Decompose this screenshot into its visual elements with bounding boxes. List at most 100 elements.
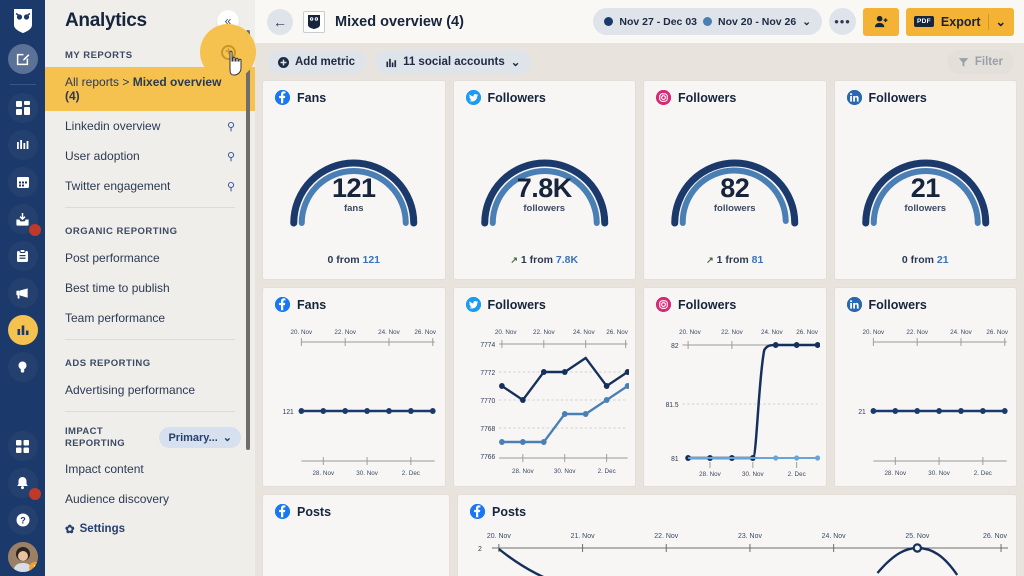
card-title: Followers bbox=[487, 297, 546, 312]
instagram-icon bbox=[656, 297, 671, 312]
export-label: Export bbox=[940, 14, 981, 29]
sidebar-item-post-performance[interactable]: Post performance bbox=[45, 243, 255, 273]
impact-org-dropdown[interactable]: Primary... ⌄ bbox=[159, 427, 241, 449]
sidebar-item-label: Advertising performance bbox=[65, 383, 196, 397]
sidebar-item-settings[interactable]: ✿ Settings bbox=[45, 514, 255, 544]
y-tick-4: 7766 bbox=[480, 454, 495, 461]
sidebar-scrollbar[interactable] bbox=[246, 30, 250, 450]
pin-icon[interactable]: ⚲ bbox=[227, 180, 235, 193]
sidebar-section-ads-reporting: ADS REPORTING bbox=[65, 358, 151, 369]
card-fb-fans-gauge[interactable]: Fans 121 fans 0 from 121 bbox=[263, 81, 445, 279]
y-tick-3: 7768 bbox=[480, 426, 495, 433]
sidebar-item-team-performance[interactable]: Team performance bbox=[45, 303, 255, 333]
back-button[interactable]: ← bbox=[267, 8, 293, 35]
primary-range-dot bbox=[604, 17, 614, 26]
sidebar-item-label: Linkedin overview bbox=[65, 119, 161, 133]
sidebar-item-twitter-engagement[interactable]: Twitter engagement ⚲ bbox=[45, 171, 255, 201]
sidebar-item-label: User adoption bbox=[65, 149, 140, 163]
notifications-badge bbox=[28, 488, 41, 500]
sidebar-item-impact-content[interactable]: Impact content bbox=[45, 454, 255, 484]
pin-icon[interactable]: ⚲ bbox=[227, 150, 235, 163]
sidebar-item-label: Twitter engagement bbox=[65, 179, 171, 193]
card-li-followers-gauge[interactable]: Followers 21 followers 0 from 21 bbox=[834, 81, 1017, 279]
gauge-chart: 7.8K followers bbox=[454, 111, 636, 241]
card-header: Followers bbox=[454, 288, 636, 316]
previous-value: 121 bbox=[362, 254, 381, 266]
sidebar-item-label: Team performance bbox=[65, 311, 166, 325]
sidebar-item-linkedin-overview[interactable]: Linkedin overview ⚲ bbox=[45, 111, 255, 141]
amplify-megaphone-icon[interactable] bbox=[7, 278, 38, 308]
card-ig-followers-gauge[interactable]: Followers 82 followers ↗ 1 from 81 bbox=[644, 81, 826, 279]
card-title: Followers bbox=[678, 297, 737, 312]
y-tick-0: 21 bbox=[858, 409, 866, 416]
card-ig-followers-line[interactable]: Followers 20. Nov 22. Nov 24. Nov 26. No… bbox=[644, 288, 826, 486]
sidebar-item-user-adoption[interactable]: User adoption ⚲ bbox=[45, 141, 255, 171]
sidebar-item-best-time-to-publish[interactable]: Best time to publish bbox=[45, 273, 255, 303]
streams-icon[interactable] bbox=[7, 130, 38, 160]
gauge-value: 21 bbox=[910, 173, 941, 203]
facebook-icon bbox=[275, 90, 290, 105]
insights-lightbulb-icon[interactable] bbox=[7, 352, 38, 382]
filter-button[interactable]: Filter bbox=[946, 50, 1014, 74]
more-options-button[interactable]: ••• bbox=[829, 8, 857, 35]
date-range-picker[interactable]: Nov 27 - Dec 03 Nov 20 - Nov 26 ⌄ bbox=[593, 8, 823, 35]
notifications-bell-icon[interactable] bbox=[7, 468, 41, 500]
analytics-icon[interactable] bbox=[7, 315, 38, 345]
change-value: 1 bbox=[716, 254, 723, 266]
card-title: Posts bbox=[492, 504, 527, 519]
card-title: Followers bbox=[868, 297, 927, 312]
help-icon[interactable]: ? bbox=[7, 505, 38, 535]
pin-icon[interactable]: ⚲ bbox=[227, 120, 235, 133]
social-accounts-selector[interactable]: 11 social accounts ⌄ bbox=[375, 50, 532, 74]
card-title: Fans bbox=[297, 90, 327, 105]
y-tick-0: 2 bbox=[478, 546, 482, 553]
x-tick-top-2: 24. Nov bbox=[572, 329, 594, 336]
card-fb-posts-small[interactable]: Posts bbox=[263, 495, 449, 576]
chevron-down-icon: ⌄ bbox=[510, 57, 521, 69]
card-fb-fans-line[interactable]: Fans 20. Nov 22. Nov 24. Nov 26. Nov 121 bbox=[263, 288, 445, 486]
gauge-unit: followers bbox=[904, 203, 947, 214]
content-clipboard-icon[interactable] bbox=[7, 241, 38, 271]
x-tick-0: 20. Nov bbox=[487, 533, 511, 540]
card-header: Followers bbox=[835, 81, 1017, 109]
x-tick-top-3: 26. Nov bbox=[796, 329, 818, 336]
inbox-icon[interactable] bbox=[7, 204, 41, 236]
analytics-sidebar: Analytics « MY REPORTS All reports > Mix… bbox=[45, 0, 255, 576]
share-report-button[interactable] bbox=[863, 7, 900, 36]
compose-icon[interactable] bbox=[7, 44, 38, 74]
x-tick-bottom-2: 2. Dec bbox=[402, 470, 421, 477]
chevron-down-icon[interactable]: ⌄ bbox=[996, 14, 1006, 29]
change-word: from bbox=[336, 254, 360, 266]
planner-calendar-icon[interactable] bbox=[7, 167, 38, 197]
sidebar-item-audience-discovery[interactable]: Audience discovery bbox=[45, 484, 255, 514]
rail-divider bbox=[9, 84, 36, 85]
change-word: from bbox=[529, 254, 553, 266]
gauge-comparison: 0 from 21 bbox=[835, 254, 1017, 266]
card-li-followers-line[interactable]: Followers 20. Nov 22. Nov 24. Nov 26. No… bbox=[834, 288, 1016, 486]
x-tick-bottom-0: 28. Nov bbox=[884, 470, 906, 477]
card-tw-followers-gauge[interactable]: Followers 7.8K followers ↗ 1 from 7.8K bbox=[453, 81, 636, 279]
change-word: from bbox=[910, 254, 934, 266]
x-tick-bottom-2: 2. Dec bbox=[973, 470, 992, 477]
gauge-center-value: 121 fans bbox=[263, 173, 445, 214]
card-tw-followers-line[interactable]: Followers 20. Nov 22. Nov 24. Nov 26. No… bbox=[453, 288, 636, 486]
export-button[interactable]: PDF Export ⌄ bbox=[906, 7, 1014, 36]
dashboard-grid-icon[interactable] bbox=[7, 93, 38, 123]
global-nav-rail: ? ! bbox=[0, 0, 45, 576]
apps-grid-icon[interactable] bbox=[7, 431, 38, 461]
hootsuite-owl-logo[interactable] bbox=[8, 6, 38, 36]
x-tick-bottom-1: 30. Nov bbox=[553, 468, 575, 475]
card-header: Fans bbox=[263, 81, 445, 109]
gauge-unit: fans bbox=[343, 203, 364, 214]
card-fb-posts-wide[interactable]: Posts 20. Nov 21. Nov 22. Nov 23. Nov 24… bbox=[458, 495, 1016, 576]
avatar[interactable]: ! bbox=[7, 542, 38, 572]
gauge-center-value: 82 followers bbox=[644, 173, 826, 214]
filter-label: Filter bbox=[974, 56, 1003, 68]
add-metric-button[interactable]: Add metric bbox=[267, 50, 367, 74]
sidebar-item-advertising-performance[interactable]: Advertising performance bbox=[45, 375, 255, 405]
y-tick-0: 121 bbox=[283, 409, 294, 416]
card-header: Followers bbox=[454, 81, 636, 109]
trend-up-icon: ↗ bbox=[510, 255, 518, 265]
gauge-chart: 21 followers bbox=[835, 111, 1017, 241]
metrics-toolbar: Add metric 11 social accounts ⌄ Filter bbox=[255, 43, 1024, 81]
